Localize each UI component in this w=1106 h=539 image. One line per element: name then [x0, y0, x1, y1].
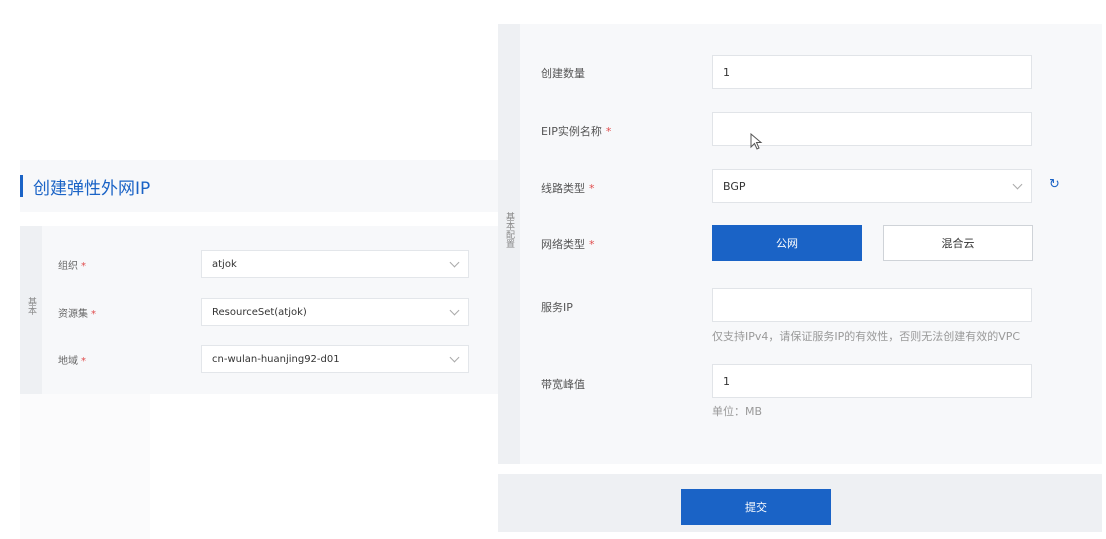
service-ip-label: 服务IP — [541, 301, 573, 314]
org-label: 组织 * — [58, 260, 86, 272]
resource-set-label: 资源集 * — [58, 308, 96, 320]
service-ip-hint: 仅支持IPv4，请保证服务IP的有效性，否则无法创建有效的VPC — [712, 330, 1021, 343]
page-title-text: 创建弹性外网IP — [33, 178, 151, 199]
chevron-down-icon — [449, 305, 460, 316]
line-type-select[interactable]: BGP — [712, 169, 1032, 203]
submit-button[interactable]: 提交 — [681, 489, 831, 525]
count-label: 创建数量 — [541, 67, 585, 80]
region-select[interactable]: cn-wulan-huanjing92-d01 — [201, 345, 469, 373]
page-title: 创建弹性外网IP — [20, 170, 150, 202]
bandwidth-unit-hint: 单位：MB — [712, 405, 763, 418]
network-public-button[interactable]: 公网 — [712, 225, 862, 261]
mouse-cursor-icon — [750, 133, 763, 150]
left-lower-area — [20, 394, 150, 539]
network-type-label: 网络类型 * — [541, 238, 595, 251]
left-section-label: 基本 — [26, 297, 36, 315]
org-select[interactable]: atjok — [201, 250, 469, 278]
count-input[interactable]: 1 — [712, 55, 1032, 89]
chevron-down-icon — [449, 257, 460, 268]
region-label: 地域 * — [58, 355, 86, 367]
org-row: 组织 * atjok — [58, 249, 469, 279]
refresh-icon[interactable]: ↻ — [1049, 178, 1063, 192]
bandwidth-label: 带宽峰值 — [541, 378, 585, 391]
chevron-down-icon — [449, 352, 460, 363]
config-section-label: 基本配置 — [504, 212, 514, 248]
title-accent-bar — [20, 175, 23, 197]
service-ip-input[interactable] — [712, 288, 1032, 322]
resource-set-row: 资源集 * ResourceSet(atjok) — [58, 297, 469, 327]
network-hybrid-button[interactable]: 混合云 — [883, 225, 1033, 261]
chevron-down-icon — [1012, 179, 1023, 190]
resource-set-select[interactable]: ResourceSet(atjok) — [201, 298, 469, 326]
line-type-label: 线路类型 * — [541, 182, 595, 195]
region-row: 地域 * cn-wulan-huanjing92-d01 — [58, 344, 469, 374]
eip-name-label: EIP实例名称 * — [541, 125, 612, 138]
bandwidth-input[interactable]: 1 — [712, 364, 1032, 398]
